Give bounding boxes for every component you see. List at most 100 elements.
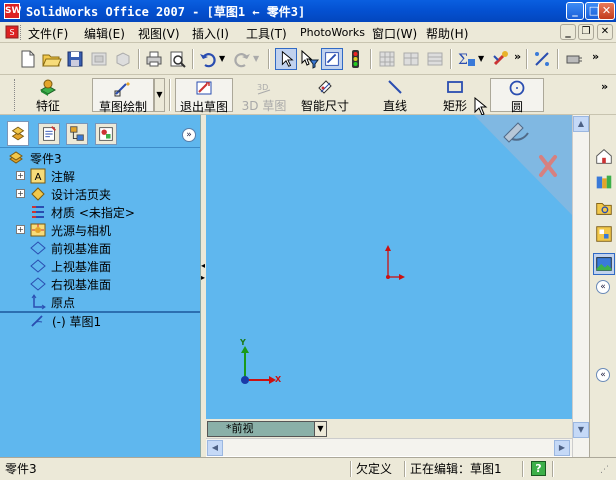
- help-icon[interactable]: ?: [531, 461, 546, 476]
- features-label: 特征: [35, 99, 60, 113]
- macro-icon[interactable]: [490, 48, 512, 70]
- menu-window[interactable]: 窗口(W): [372, 25, 417, 42]
- solidworks-menu-icon[interactable]: S: [5, 25, 19, 39]
- tree-item-label: 材质 <未指定>: [51, 206, 135, 220]
- annotations-icon: A: [30, 168, 46, 184]
- command-manager-overflow-icon[interactable]: »: [601, 80, 608, 93]
- smart-dimension-button[interactable]: 智能尺寸: [298, 78, 352, 113]
- resize-grip-icon[interactable]: ⋰: [600, 465, 609, 475]
- line-button[interactable]: 直线: [372, 78, 418, 113]
- vertical-scrollbar[interactable]: ▲ ▼: [572, 115, 589, 457]
- scroll-left-icon[interactable]: ◀: [207, 440, 223, 456]
- feature-manager-panel: » 零件3 + A 注解 + 设计活页夹 材质 <未指定> + 光源与相机 前视…: [0, 115, 202, 457]
- design-binder-icon: [31, 187, 45, 201]
- plane-icon: [30, 259, 46, 273]
- menu-edit[interactable]: 编辑(E): [84, 25, 125, 42]
- task-pane-collapse-button[interactable]: «: [596, 280, 610, 294]
- toolbar-separator: [268, 49, 270, 69]
- status-editing: 正在编辑：草图1: [410, 462, 502, 476]
- open-folder-icon[interactable]: [40, 48, 62, 70]
- design-library-icon[interactable]: [593, 171, 615, 193]
- circle-icon: [509, 80, 525, 96]
- select-pointer-icon[interactable]: [275, 48, 297, 70]
- sketch-dropdown-icon[interactable]: ▼: [154, 78, 165, 112]
- scroll-right-icon[interactable]: ▶: [554, 440, 570, 456]
- undo-dropdown-icon[interactable]: ▼: [219, 54, 225, 63]
- command-manager: 特征 草图绘制 ▼ 退出草图 3D 3D 草图 智能尺寸 直线 矩形 圆 »: [0, 75, 616, 116]
- menu-bar: S 文件(F) 编辑(E) 视图(V) 插入(I) 工具(T) PhotoWor…: [0, 22, 616, 43]
- sum-dropdown-icon[interactable]: ▼: [478, 54, 484, 63]
- tree-item-label: 注解: [51, 170, 76, 184]
- feature-manager-tab-icon[interactable]: [7, 121, 29, 146]
- new-document-icon[interactable]: [16, 48, 38, 70]
- expand-icon[interactable]: +: [16, 189, 25, 198]
- appearances-icon[interactable]: [593, 253, 615, 275]
- menu-insert[interactable]: 插入(I): [192, 25, 229, 42]
- features-tab[interactable]: 特征: [26, 78, 70, 113]
- toolbar-overflow-icon[interactable]: »: [514, 50, 521, 63]
- file-explorer-icon[interactable]: [593, 197, 615, 219]
- scroll-up-icon[interactable]: ▲: [573, 116, 589, 132]
- svg-text:A: A: [35, 172, 42, 183]
- doc-minimize-button[interactable]: _: [560, 24, 576, 40]
- tree-item-label: 前视基准面: [51, 242, 112, 256]
- task-pane-collapse-button-2[interactable]: «: [596, 368, 610, 382]
- view-palette-icon[interactable]: [593, 223, 615, 245]
- minimize-button[interactable]: _: [566, 2, 584, 20]
- link-icon[interactable]: [531, 48, 553, 70]
- menu-file[interactable]: 文件(F): [28, 25, 68, 42]
- smart-dimension-label: 智能尺寸: [300, 99, 349, 113]
- collapse-panel-button[interactable]: »: [182, 128, 196, 142]
- rectangle-label: 矩形: [442, 99, 467, 113]
- svg-text:S: S: [9, 28, 14, 37]
- menu-photoworks[interactable]: PhotoWorks: [300, 26, 365, 39]
- part-icon: [9, 151, 23, 164]
- sketch-tab[interactable]: 草图绘制: [92, 78, 154, 114]
- origin-icon: [31, 294, 46, 310]
- mouse-cursor-icon: [474, 97, 488, 116]
- sketch-toggle-icon[interactable]: [321, 48, 343, 70]
- horizontal-scrollbar[interactable]: ◀ ▶: [206, 438, 572, 456]
- solidworks-resources-icon[interactable]: [593, 145, 615, 167]
- property-manager-tab-icon[interactable]: [38, 123, 60, 145]
- select-filter-icon[interactable]: [298, 48, 320, 70]
- tree-item-label: 设计活页夹: [51, 188, 112, 202]
- undo-icon[interactable]: [197, 48, 219, 70]
- rectangle-button[interactable]: 矩形: [432, 78, 478, 113]
- menu-help[interactable]: 帮助(H): [426, 25, 468, 42]
- print-icon[interactable]: [143, 48, 165, 70]
- doc-close-button[interactable]: ✕: [597, 24, 613, 40]
- rectangle-icon: [447, 81, 463, 93]
- svg-text:Σ: Σ: [458, 52, 468, 68]
- splitter-arrow-icon[interactable]: ▸: [201, 273, 205, 282]
- menu-view[interactable]: 视图(V): [138, 25, 180, 42]
- splitter-arrow-icon[interactable]: ◂: [201, 261, 205, 270]
- rebuild-traffic-light-icon[interactable]: [344, 48, 366, 70]
- close-button[interactable]: ✕: [598, 2, 615, 20]
- menu-tools[interactable]: 工具(T): [246, 25, 287, 42]
- toolbar-overflow-icon-2[interactable]: »: [592, 50, 599, 63]
- display-manager-tab-icon[interactable]: [95, 123, 117, 145]
- 3d-sketch-label: 3D 草图: [241, 99, 287, 113]
- options-icon: [427, 52, 443, 66]
- plugin-icon[interactable]: [563, 48, 585, 70]
- expand-icon[interactable]: +: [16, 171, 25, 180]
- view-tab-dropdown-icon[interactable]: ▼: [314, 421, 327, 437]
- expand-icon[interactable]: +: [16, 225, 25, 234]
- print-preview-icon[interactable]: [166, 48, 188, 70]
- confirmation-corner: [474, 115, 572, 215]
- graphics-area[interactable]: Y X: [206, 115, 572, 419]
- layout-icon: [403, 52, 419, 66]
- view-tab[interactable]: *前视: [207, 421, 327, 437]
- sum-dimensions-icon[interactable]: Σ: [455, 48, 477, 70]
- menu-grip: [20, 25, 22, 40]
- app-icon[interactable]: SW: [4, 3, 21, 19]
- scroll-down-icon[interactable]: ▼: [573, 422, 589, 438]
- save-icon[interactable]: [64, 48, 86, 70]
- exit-sketch-button[interactable]: 退出草图: [175, 78, 233, 114]
- circle-button[interactable]: 圆: [490, 78, 544, 114]
- status-separator: [522, 461, 524, 477]
- options-grid-icon: [379, 51, 395, 67]
- configuration-manager-tab-icon[interactable]: [66, 123, 88, 145]
- doc-restore-button[interactable]: ❐: [578, 24, 594, 40]
